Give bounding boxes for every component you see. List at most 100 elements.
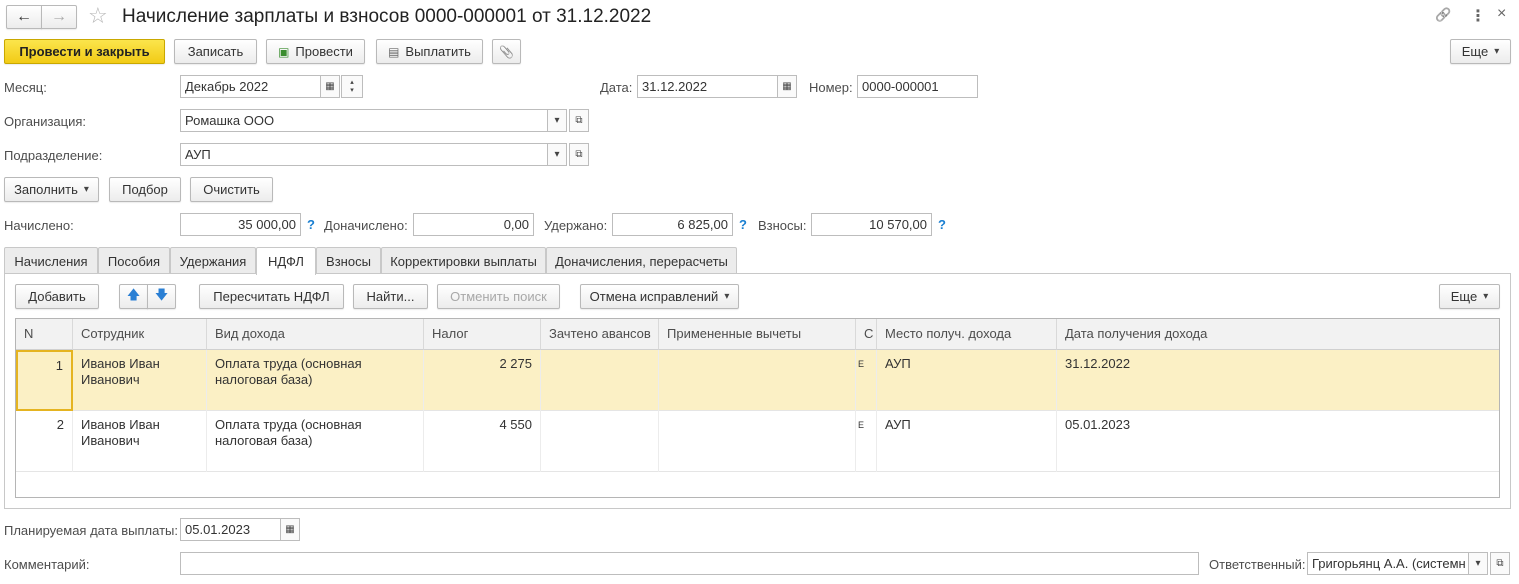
comment-field[interactable]	[180, 552, 1199, 575]
pay-button[interactable]: ▤ Выплатить	[376, 39, 483, 64]
recalculate-ndfl-button[interactable]: Пересчитать НДФЛ	[199, 284, 344, 309]
cell-tax[interactable]: 2 275	[424, 350, 541, 411]
post-doc-icon: ▣	[278, 44, 290, 59]
tab-deductions[interactable]: Удержания	[170, 247, 256, 274]
table-row[interactable]: 1 Иванов Иван Иванович Оплата труда (осн…	[16, 350, 1499, 411]
responsible-field[interactable]: Григорьянц А.А. (системн	[1307, 552, 1469, 575]
post-and-close-button[interactable]: Провести и закрыть	[4, 39, 165, 64]
month-label: Месяц:	[4, 80, 47, 95]
column-header-tax[interactable]: Налог	[424, 319, 541, 350]
responsible-dropdown-button[interactable]: ▾	[1468, 552, 1488, 575]
more-button[interactable]: Еще	[1450, 39, 1511, 64]
menu-icon[interactable]: ⋮	[1470, 6, 1486, 26]
additional-field: 0,00	[413, 213, 534, 236]
withheld-field: 6 825,00	[612, 213, 733, 236]
column-header-date[interactable]: Дата получения дохода	[1057, 319, 1499, 350]
date-label: Дата:	[600, 80, 633, 95]
cell-place[interactable]: АУП	[877, 411, 1057, 472]
cell-c[interactable]: Е	[856, 350, 877, 411]
tab-ndfl[interactable]: НДФЛ	[256, 247, 316, 275]
cell-date[interactable]: 05.01.2023	[1057, 411, 1499, 472]
cell-deductions[interactable]	[659, 411, 856, 472]
department-dropdown-button[interactable]: ▾	[547, 143, 567, 166]
organization-label: Организация:	[4, 114, 87, 129]
cancel-corrections-button[interactable]: Отмена исправлений	[580, 284, 739, 309]
ndfl-table[interactable]: N Сотрудник Вид дохода Налог Зачтено ава…	[15, 318, 1500, 498]
pay-date-field[interactable]: 05.01.2023	[180, 518, 281, 541]
page-title: Начисление зарплаты и взносов 0000-00000…	[122, 6, 652, 27]
comment-label: Комментарий:	[4, 557, 90, 572]
move-down-button[interactable]: 🡇	[147, 284, 176, 309]
number-label: Номер:	[809, 80, 853, 95]
month-field[interactable]: Декабрь 2022	[180, 75, 321, 98]
contributions-help-icon[interactable]: ?	[938, 217, 946, 232]
cell-c[interactable]: Е	[856, 411, 877, 472]
open-icon: ⧉	[575, 149, 583, 160]
column-header-advances[interactable]: Зачтено авансов	[541, 319, 659, 350]
favorite-star-icon[interactable]: ☆	[88, 3, 108, 29]
pick-button[interactable]: Подбор	[109, 177, 181, 202]
cell-n[interactable]: 1	[16, 350, 73, 411]
attach-button[interactable]: 📎	[492, 39, 521, 64]
withheld-help-icon[interactable]: ?	[739, 217, 747, 232]
column-header-employee[interactable]: Сотрудник	[73, 319, 207, 350]
tab-payment-corrections[interactable]: Корректировки выплаты	[381, 247, 546, 274]
number-field[interactable]: 0000-000001	[857, 75, 978, 98]
month-stepper[interactable]: ▴ ▾	[341, 75, 363, 98]
cell-date[interactable]: 31.12.2022	[1057, 350, 1499, 411]
paperclip-icon: 📎	[499, 44, 514, 59]
cell-advances[interactable]	[541, 350, 659, 411]
table-row[interactable]: 2 Иванов Иван Иванович Оплата труда (осн…	[16, 411, 1499, 472]
arrow-left-icon: ←	[16, 8, 32, 25]
cell-advances[interactable]	[541, 411, 659, 472]
cell-place[interactable]: АУП	[877, 350, 1057, 411]
back-button[interactable]: ←	[6, 5, 42, 29]
calendar-icon: ▦	[325, 81, 335, 92]
withheld-label: Удержано:	[544, 218, 608, 233]
cancel-search-button[interactable]: Отменить поиск	[437, 284, 560, 309]
organization-field[interactable]: Ромашка ООО	[180, 109, 548, 132]
month-calendar-button[interactable]: ▦	[320, 75, 340, 98]
tab-accruals[interactable]: Начисления	[4, 247, 98, 274]
column-header-c[interactable]: С	[856, 319, 877, 350]
responsible-open-button[interactable]: ⧉	[1490, 552, 1510, 575]
forward-button[interactable]: →	[41, 5, 77, 29]
close-icon[interactable]: ×	[1497, 5, 1506, 23]
column-header-deductions[interactable]: Примененные вычеты	[659, 319, 856, 350]
cell-employee[interactable]: Иванов Иван Иванович	[73, 411, 207, 472]
column-header-income-type[interactable]: Вид дохода	[207, 319, 424, 350]
organization-dropdown-button[interactable]: ▾	[547, 109, 567, 132]
pay-date-calendar-button[interactable]: ▦	[280, 518, 300, 541]
cell-deductions[interactable]	[659, 350, 856, 411]
accrued-help-icon[interactable]: ?	[307, 217, 315, 232]
clear-button[interactable]: Очистить	[190, 177, 273, 202]
cell-tax[interactable]: 4 550	[424, 411, 541, 472]
contributions-field: 10 570,00	[811, 213, 932, 236]
cell-income-type[interactable]: Оплата труда (основная налоговая база)	[207, 350, 424, 411]
link-icon[interactable]: 🔗	[1435, 7, 1451, 23]
date-field[interactable]: 31.12.2022	[637, 75, 778, 98]
column-header-n[interactable]: N	[16, 319, 73, 350]
arrow-up-icon: 🡅	[126, 286, 141, 302]
table-more-button[interactable]: Еще	[1439, 284, 1500, 309]
tab-contributions[interactable]: Взносы	[316, 247, 381, 274]
cell-income-type[interactable]: Оплата труда (основная налоговая база)	[207, 411, 424, 472]
add-row-button[interactable]: Добавить	[15, 284, 99, 309]
department-open-button[interactable]: ⧉	[569, 143, 589, 166]
save-button[interactable]: Записать	[174, 39, 257, 64]
move-up-button[interactable]: 🡅	[119, 284, 148, 309]
cell-employee[interactable]: Иванов Иван Иванович	[73, 350, 207, 411]
organization-open-button[interactable]: ⧉	[569, 109, 589, 132]
post-button-label: Провести	[295, 44, 353, 59]
pay-date-label: Планируемая дата выплаты:	[4, 523, 178, 538]
open-icon: ⧉	[1496, 558, 1504, 569]
fill-button[interactable]: Заполнить	[4, 177, 99, 202]
tab-benefits[interactable]: Пособия	[98, 247, 170, 274]
column-header-place[interactable]: Место получ. дохода	[877, 319, 1057, 350]
post-button[interactable]: ▣ Провести	[266, 39, 365, 64]
find-button[interactable]: Найти...	[353, 284, 428, 309]
tab-recalculations[interactable]: Доначисления, перерасчеты	[546, 247, 737, 274]
department-field[interactable]: АУП	[180, 143, 548, 166]
cell-n[interactable]: 2	[16, 411, 73, 472]
date-calendar-button[interactable]: ▦	[777, 75, 797, 98]
